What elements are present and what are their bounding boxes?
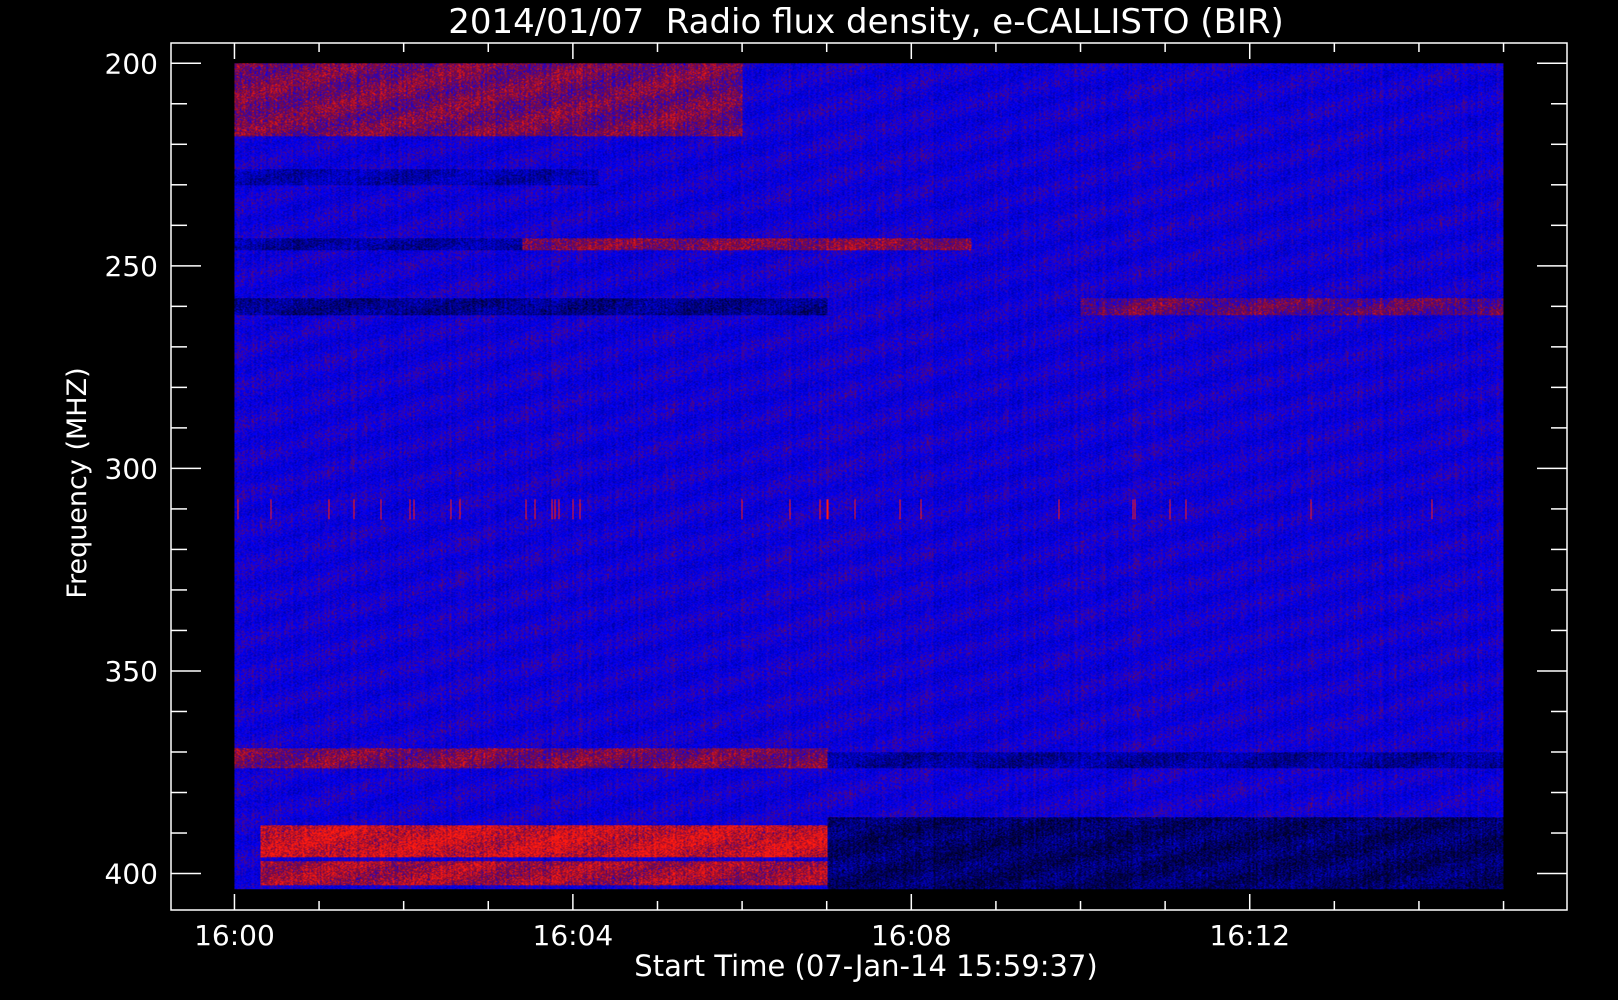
y-axis-label: Frequency (MHZ) <box>62 367 93 598</box>
chart-title: 2014/01/07 Radio flux density, e-CALLIST… <box>448 2 1284 42</box>
y-tick-label: 300 <box>105 452 158 485</box>
x-tick-label: 16:04 <box>533 919 614 952</box>
x-tick-label: 16:12 <box>1209 919 1290 952</box>
spectrogram-chart: 2014/01/07 Radio flux density, e-CALLIST… <box>0 0 1618 1000</box>
x-axis-label: Start Time (07-Jan-14 15:59:37) <box>634 949 1097 983</box>
y-tick-label: 350 <box>105 655 158 688</box>
x-tick-label: 16:00 <box>194 919 275 952</box>
spectrogram-figure: 2014/01/07 Radio flux density, e-CALLIST… <box>0 0 1618 1000</box>
y-tick-label: 400 <box>105 858 158 891</box>
y-tick-label: 250 <box>105 250 158 283</box>
y-tick-label: 200 <box>105 47 158 80</box>
spectrogram-heatmap <box>234 63 1504 890</box>
x-tick-label: 16:08 <box>871 919 952 952</box>
